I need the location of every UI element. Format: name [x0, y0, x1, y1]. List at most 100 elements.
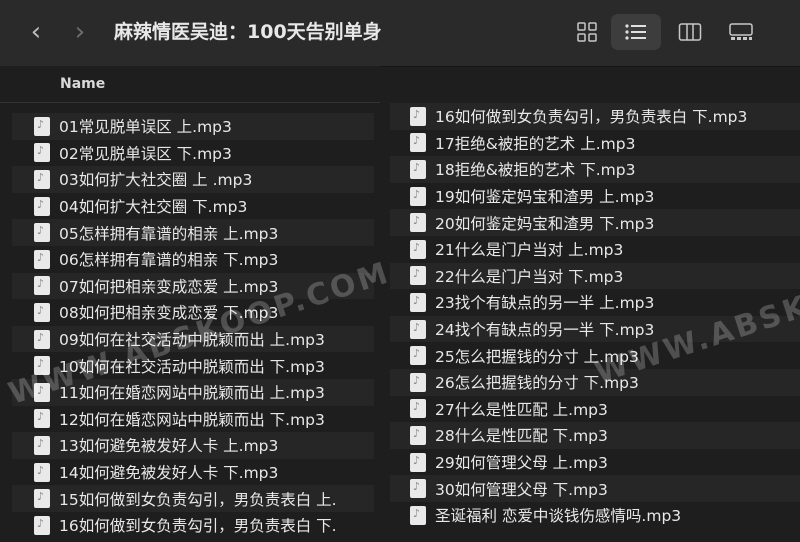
file-name: 04如何扩大社交圈 下.mp3 — [59, 198, 248, 217]
toolbar: ‹ › 麻辣情医吴迪：100天告别单身 — [0, 0, 800, 67]
file-row[interactable]: 14如何避免被发好人卡 下.mp3 — [12, 459, 374, 486]
audio-file-icon — [34, 435, 50, 455]
audio-file-icon — [410, 319, 426, 339]
file-row[interactable]: 23找个有缺点的另一半 上.mp3 — [390, 289, 800, 316]
audio-file-icon — [410, 452, 426, 472]
file-row[interactable]: 25怎么把握钱的分寸 上.mp3 — [390, 342, 800, 369]
file-name: 16如何做到女负责勾引，男负责表白 下.mp3 — [435, 108, 748, 127]
file-name: 21什么是门户当对 上.mp3 — [435, 241, 624, 260]
audio-file-icon — [34, 169, 50, 189]
file-row[interactable]: 17拒绝&被拒的艺术 上.mp3 — [390, 130, 800, 157]
audio-file-icon — [410, 505, 426, 525]
audio-file-icon — [34, 329, 50, 349]
audio-file-icon — [410, 292, 426, 312]
file-name: 08如何把相亲变成恋爱 下.mp3 — [59, 304, 279, 323]
file-row[interactable]: 18拒绝&被拒的艺术 下.mp3 — [390, 156, 800, 183]
file-row[interactable]: 27什么是性匹配 上.mp3 — [390, 396, 800, 423]
audio-file-icon — [410, 266, 426, 286]
file-list-right: 16如何做到女负责勾引，男负责表白 下.mp3 17拒绝&被拒的艺术 上.mp3 1… — [390, 103, 800, 529]
file-name: 19如何鉴定妈宝和渣男 上.mp3 — [435, 188, 655, 207]
file-name: 30如何管理父母 下.mp3 — [435, 480, 608, 499]
file-name: 01常见脱单误区 上.mp3 — [59, 118, 232, 137]
audio-file-icon — [34, 356, 50, 376]
file-name: 16如何做到女负责勾引，男负责表白 下. — [59, 517, 337, 536]
file-name: 圣诞福利 恋爱中谈钱伤感情吗.mp3 — [435, 507, 682, 526]
file-row[interactable]: 06怎样拥有靠谱的相亲 下.mp3 — [12, 246, 374, 273]
file-name: 28什么是性匹配 下.mp3 — [435, 427, 608, 446]
file-name: 02常见脱单误区 下.mp3 — [59, 144, 232, 163]
file-name: 11如何在婚恋网站中脱颖而出 上.mp3 — [59, 384, 325, 403]
audio-file-icon — [34, 249, 50, 269]
file-row[interactable]: 19如何鉴定妈宝和渣男 上.mp3 — [390, 183, 800, 210]
file-name: 26怎么把握钱的分寸 下.mp3 — [435, 374, 639, 393]
file-row[interactable]: 02常见脱单误区 下.mp3 — [12, 140, 374, 167]
audio-file-icon — [410, 106, 426, 126]
file-row[interactable]: 01常见脱单误区 上.mp3 — [12, 113, 374, 140]
column-header-label: Name — [60, 76, 106, 92]
audio-file-icon — [34, 276, 50, 296]
audio-file-icon — [410, 159, 426, 179]
window-title: 麻辣情医吴迪：100天告别单身 — [114, 21, 382, 43]
audio-file-icon — [410, 479, 426, 499]
file-row[interactable]: 08如何把相亲变成恋爱 下.mp3 — [12, 299, 374, 326]
file-name: 10如何在社交活动中脱颖而出 下.mp3 — [59, 357, 325, 376]
audio-file-icon — [34, 409, 50, 429]
name-column-header[interactable]: Name — [0, 66, 380, 103]
audio-file-icon — [410, 133, 426, 153]
file-name: 03如何扩大社交圈 上 .mp3 — [59, 171, 253, 190]
file-row[interactable]: 07如何把相亲变成恋爱 上.mp3 — [12, 272, 374, 300]
file-row[interactable]: 26怎么把握钱的分寸 下.mp3 — [390, 368, 800, 396]
file-row[interactable]: 16如何做到女负责勾引，男负责表白 下.mp3 — [390, 103, 800, 130]
icon-view-button[interactable] — [562, 14, 612, 50]
audio-file-icon — [410, 399, 426, 419]
audio-file-icon — [410, 372, 426, 392]
file-name: 15如何做到女负责勾引，男负责表白 上. — [59, 490, 337, 509]
file-row[interactable]: 21什么是门户当对 上.mp3 — [390, 236, 800, 263]
file-row[interactable]: 05怎样拥有靠谱的相亲 上.mp3 — [12, 219, 374, 246]
file-row[interactable]: 20如何鉴定妈宝和渣男 下.mp3 — [390, 209, 800, 236]
file-name: 17拒绝&被拒的艺术 上.mp3 — [435, 134, 636, 153]
file-row[interactable]: 03如何扩大社交圈 上 .mp3 — [12, 166, 374, 193]
file-row[interactable]: 圣诞福利 恋爱中谈钱伤感情吗.mp3 — [390, 502, 800, 529]
file-row[interactable]: 13如何避免被发好人卡 上.mp3 — [12, 432, 374, 459]
file-row[interactable]: 10如何在社交活动中脱颖而出 下.mp3 — [12, 352, 374, 379]
audio-file-icon — [34, 382, 50, 402]
columns-icon — [678, 23, 702, 41]
file-name: 22什么是门户当对 下.mp3 — [435, 267, 624, 286]
file-row[interactable]: 24找个有缺点的另一半 下.mp3 — [390, 315, 800, 343]
back-button[interactable]: ‹ — [22, 18, 50, 46]
file-list-left: 01常见脱单误区 上.mp3 02常见脱单误区 下.mp3 03如何扩大社交圈 上 … — [12, 113, 374, 539]
audio-file-icon — [34, 196, 50, 216]
file-row[interactable]: 12如何在婚恋网站中脱颖而出 下.mp3 — [12, 406, 374, 433]
file-row[interactable]: 29如何管理父母 上.mp3 — [390, 449, 800, 476]
file-row[interactable]: 16如何做到女负责勾引，男负责表白 下. — [12, 512, 374, 539]
audio-file-icon — [34, 302, 50, 322]
forward-button[interactable]: › — [66, 18, 94, 46]
file-name: 27什么是性匹配 上.mp3 — [435, 400, 608, 419]
file-name: 07如何把相亲变成恋爱 上.mp3 — [59, 277, 279, 296]
file-row[interactable]: 09如何在社交活动中脱颖而出 上.mp3 — [12, 325, 374, 353]
file-row[interactable]: 04如何扩大社交圈 下.mp3 — [12, 193, 374, 220]
file-row[interactable]: 15如何做到女负责勾引，男负责表白 上. — [12, 485, 374, 512]
file-name: 12如何在婚恋网站中脱颖而出 下.mp3 — [59, 410, 325, 429]
audio-file-icon — [410, 239, 426, 259]
audio-file-icon — [34, 515, 50, 535]
gallery-view-button[interactable] — [716, 14, 766, 50]
audio-file-icon — [410, 186, 426, 206]
list-icon — [625, 24, 646, 40]
list-view-button[interactable] — [611, 14, 661, 50]
audio-file-icon — [34, 116, 50, 136]
grid-icon — [577, 22, 597, 42]
audio-file-icon — [410, 213, 426, 233]
file-name: 20如何鉴定妈宝和渣男 下.mp3 — [435, 214, 655, 233]
file-row[interactable]: 28什么是性匹配 下.mp3 — [390, 422, 800, 449]
file-row[interactable]: 22什么是门户当对 下.mp3 — [390, 262, 800, 290]
audio-file-icon — [410, 425, 426, 445]
file-row[interactable]: 11如何在婚恋网站中脱颖而出 上.mp3 — [12, 378, 374, 406]
file-name: 24找个有缺点的另一半 下.mp3 — [435, 321, 655, 340]
file-name: 18拒绝&被拒的艺术 下.mp3 — [435, 161, 636, 180]
audio-file-icon — [34, 489, 50, 509]
file-name: 05怎样拥有靠谱的相亲 上.mp3 — [59, 224, 279, 243]
file-row[interactable]: 30如何管理父母 下.mp3 — [390, 475, 800, 502]
column-view-button[interactable] — [665, 14, 715, 50]
